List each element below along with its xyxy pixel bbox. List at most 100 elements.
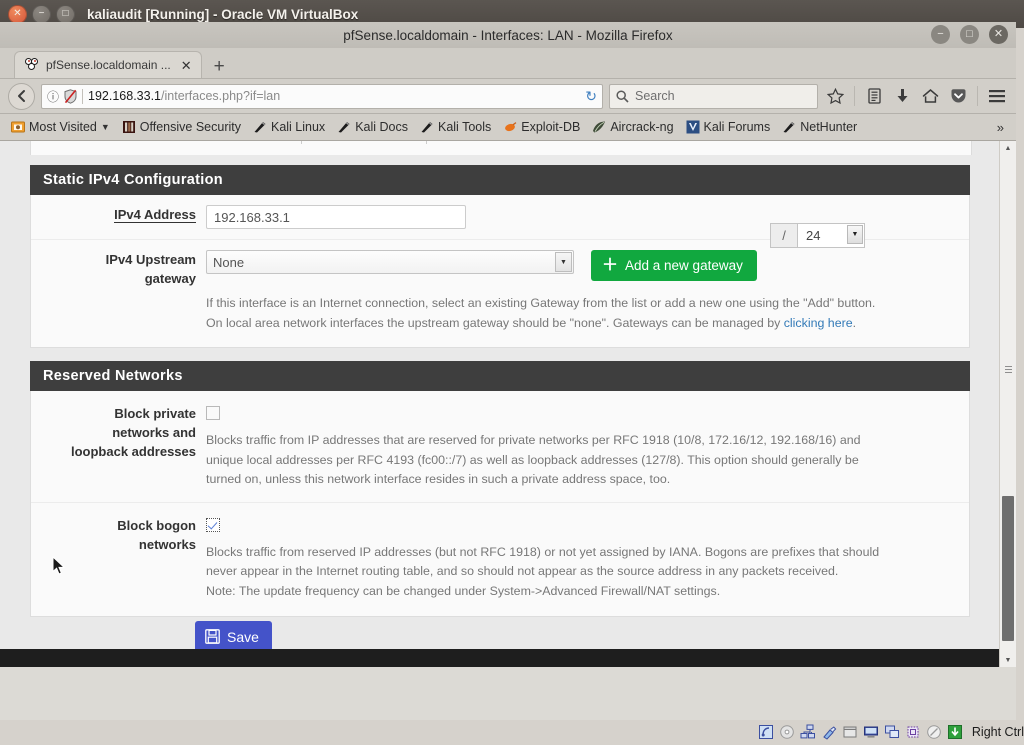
- static-ipv4-body: IPv4 Address IPv4 Upstream gateway: [30, 195, 970, 349]
- add-new-gateway-button[interactable]: ＋ Add a new gateway: [591, 250, 757, 281]
- search-icon: [616, 89, 629, 103]
- bookmark-label: Kali Linux: [270, 120, 326, 134]
- gateway-help-line2: On local area network interfaces the ups…: [206, 315, 857, 330]
- bookmark-offensive-security[interactable]: Offensive Security: [117, 119, 246, 135]
- tab-close-icon[interactable]: ✕: [178, 59, 195, 72]
- bookmark-kali-tools[interactable]: Kali Tools: [415, 119, 496, 135]
- search-bar[interactable]: Search: [609, 83, 818, 109]
- vbox-maximize-button[interactable]: □: [56, 4, 75, 24]
- block-private-networks-checkbox[interactable]: [206, 406, 220, 420]
- bookmark-kali-linux[interactable]: Kali Linux: [248, 119, 330, 135]
- download-icon[interactable]: [891, 88, 913, 104]
- save-button-label: Save: [227, 628, 259, 645]
- mouse-icon[interactable]: [926, 724, 942, 740]
- toolbar-separator-2: [977, 86, 978, 106]
- save-button[interactable]: Save: [195, 621, 272, 652]
- back-button[interactable]: [8, 82, 35, 110]
- reload-icon[interactable]: ↻: [579, 88, 597, 105]
- url-host: 192.168.33.1: [88, 89, 162, 103]
- clipped-panel-above: [30, 141, 972, 155]
- shared-folder-icon[interactable]: [842, 724, 858, 740]
- host-key-icon[interactable]: [947, 724, 963, 740]
- scroll-up-arrow-icon[interactable]: ▲: [1000, 141, 1016, 155]
- scroll-down-arrow-icon[interactable]: ▼: [1000, 653, 1016, 667]
- mouse-cursor: [52, 555, 66, 581]
- bookmark-kali-docs[interactable]: Kali Docs: [332, 119, 413, 135]
- cidr-prefix-group: / 24 ▼: [770, 223, 865, 248]
- scrollbar-grip: [1005, 366, 1012, 373]
- home-icon[interactable]: [919, 88, 941, 104]
- bookmarks-overflow-button[interactable]: »: [997, 120, 1010, 135]
- aircrack-icon: [592, 120, 606, 134]
- bookmark-exploit-db[interactable]: Exploit-DB: [498, 119, 585, 135]
- new-tab-button[interactable]: +: [202, 57, 235, 78]
- add-gateway-label: Add a new gateway: [625, 258, 743, 273]
- firefox-close-button[interactable]: ✕: [989, 25, 1008, 44]
- library-icon[interactable]: [863, 88, 885, 104]
- network-icon[interactable]: [800, 724, 816, 740]
- bookmark-label: Exploit-DB: [521, 120, 581, 134]
- display-icon[interactable]: [863, 724, 879, 740]
- ipv4-address-label: IPv4 Address: [114, 207, 196, 223]
- bookmark-nethunter[interactable]: NetHunter: [777, 119, 862, 135]
- exploit-db-icon: [503, 120, 517, 134]
- search-placeholder: Search: [635, 89, 675, 103]
- static-ipv4-heading: Static IPv4 Configuration: [30, 165, 970, 195]
- bookmark-label: Kali Forums: [703, 120, 771, 134]
- ipv4-gateway-label: IPv4 Upstream gateway: [105, 252, 196, 286]
- vbox-close-button[interactable]: ✕: [8, 4, 27, 24]
- block-bogon-networks-fields: Blocks traffic from reserved IP addresse…: [206, 516, 969, 602]
- ipv4-address-input[interactable]: [206, 205, 466, 229]
- pfsense-interfaces-page: Static IPv4 Configuration IPv4 Address I…: [0, 141, 1000, 667]
- ipv4-gateway-row: IPv4 Upstream gateway None ▼ ＋ Add a new…: [31, 240, 969, 347]
- optical-disk-icon[interactable]: [779, 724, 795, 740]
- vbox-minimize-button[interactable]: −: [32, 4, 51, 24]
- clicking-here-link[interactable]: clicking here: [784, 316, 853, 330]
- block-bogon-networks-checkbox[interactable]: [206, 517, 220, 532]
- bookmark-kali-forums[interactable]: Kali Forums: [681, 119, 776, 135]
- firefox-maximize-button[interactable]: □: [960, 25, 979, 44]
- firefox-minimize-button[interactable]: −: [931, 25, 950, 44]
- page-info-icon[interactable]: ⓘ: [47, 88, 59, 105]
- bookmark-aircrack-ng[interactable]: Aircrack-ng: [587, 119, 678, 135]
- firefox-tab-strip: pfSense.localdomain ... ✕ +: [0, 48, 1016, 79]
- url-bar[interactable]: ⓘ 192.168.33.1/interfaces.php?if=lan ↻: [41, 83, 603, 109]
- bookmarks-toolbar: Most Visited ▼ Offensive Security Kali L…: [0, 114, 1016, 141]
- browser-tab-title: pfSense.localdomain ...: [46, 58, 171, 72]
- scrollbar-thumb[interactable]: [1002, 496, 1014, 641]
- save-button-container: Save: [195, 621, 272, 652]
- pfsense-footer-bar: [0, 649, 1000, 667]
- page-vertical-scrollbar[interactable]: ▲ ▼: [999, 141, 1016, 667]
- cpu-icon[interactable]: [905, 724, 921, 740]
- browser-tab-pfsense[interactable]: pfSense.localdomain ... ✕: [14, 51, 202, 78]
- block-private-networks-help: Blocks traffic from IP addresses that ar…: [206, 433, 861, 487]
- firefox-window: pfSense.localdomain - Interfaces: LAN - …: [0, 22, 1016, 742]
- url-text: 192.168.33.1/interfaces.php?if=lan: [88, 89, 574, 103]
- bookmark-star-icon[interactable]: [824, 87, 846, 105]
- vbox-close-icon: ✕: [13, 8, 22, 19]
- gateway-select-wrap: None ▼: [206, 250, 574, 274]
- hamburger-menu-icon[interactable]: [986, 89, 1008, 103]
- usb-icon[interactable]: [821, 724, 837, 740]
- kali-forums-icon: [686, 120, 700, 134]
- bookmark-most-visited[interactable]: Most Visited ▼: [6, 119, 115, 135]
- url-path: /interfaces.php?if=lan: [161, 89, 281, 103]
- cidr-select-wrap: 24 ▼: [798, 223, 865, 248]
- cidr-chevron-down-icon[interactable]: ▼: [847, 225, 863, 244]
- firefox-titlebar: pfSense.localdomain - Interfaces: LAN - …: [0, 22, 1016, 48]
- minimize-icon: −: [937, 28, 944, 40]
- remote-desktop-icon[interactable]: [884, 724, 900, 740]
- virtualbox-status-bar: Right Ctrl: [0, 720, 1024, 744]
- ipv4-gateway-select[interactable]: None: [206, 250, 574, 274]
- plus-icon: ＋: [602, 256, 619, 274]
- select-chevron-down-icon[interactable]: ▼: [555, 252, 572, 272]
- block-private-networks-fields: Blocks traffic from IP addresses that ar…: [206, 404, 969, 490]
- kali-dragon-icon: [782, 120, 796, 134]
- kali-dragon-icon: [337, 120, 351, 134]
- most-visited-icon: [11, 120, 25, 134]
- close-icon: ✕: [993, 28, 1004, 40]
- save-disk-icon: [205, 629, 220, 644]
- pocket-icon[interactable]: [947, 88, 969, 104]
- hard-disk-icon[interactable]: [758, 724, 774, 740]
- kali-dragon-icon: [420, 120, 434, 134]
